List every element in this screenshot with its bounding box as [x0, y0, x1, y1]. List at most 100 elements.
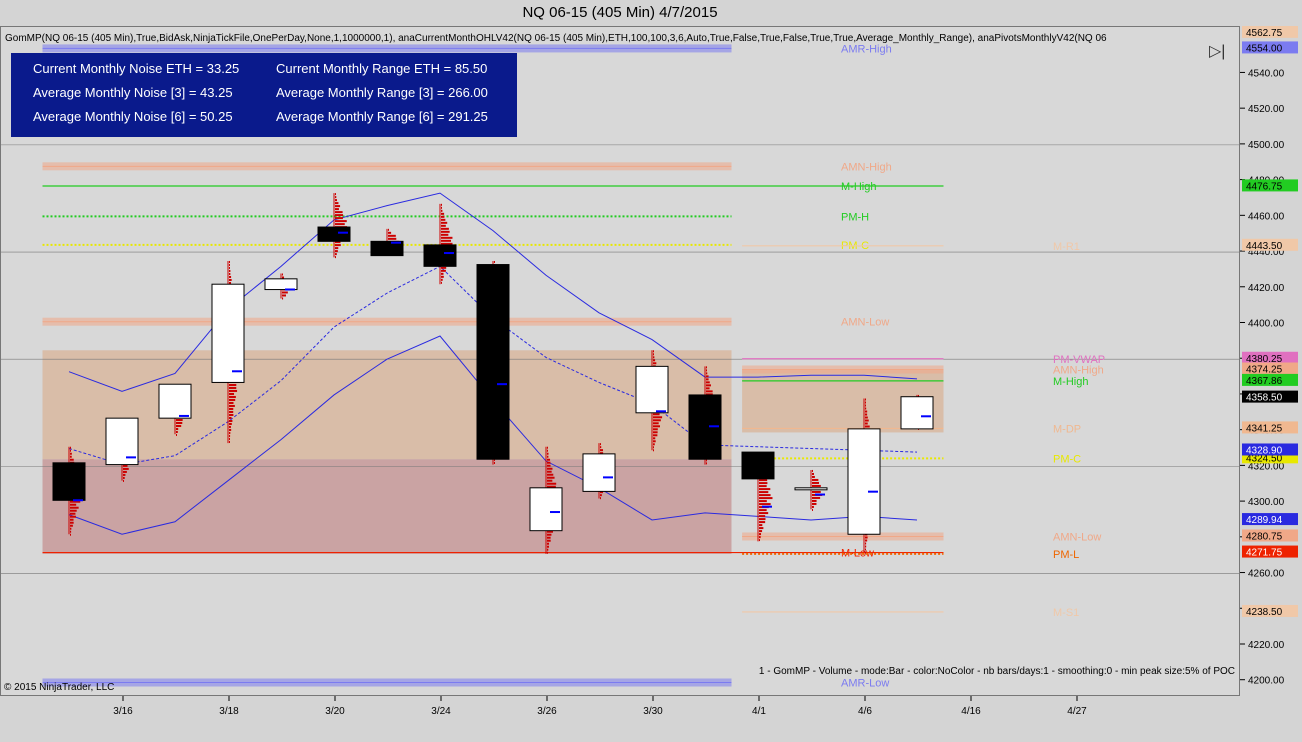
volume-profile-bar: [229, 281, 232, 284]
volume-profile-bar: [865, 398, 866, 401]
volume-profile-bar: [653, 362, 657, 365]
price-tag-label: 4374.25: [1246, 364, 1283, 375]
level-label: AMR-High: [841, 43, 892, 55]
volume-profile-bar: [335, 205, 341, 208]
level-label: M-High: [841, 181, 876, 193]
candle-up: [847, 428, 881, 535]
volume-profile-bar: [706, 366, 707, 369]
volume-profile-bar: [653, 422, 659, 425]
volume-profile-bar: [335, 217, 343, 220]
volume-profile-bar: [335, 214, 344, 217]
volume-profile-bar: [759, 488, 771, 491]
candle-up: [900, 396, 934, 430]
volume-profile-bar: [229, 425, 231, 428]
volume-profile-bar: [388, 228, 389, 231]
volume-profile-bar: [759, 530, 763, 533]
volume-profile-bar: [229, 263, 230, 266]
price-tag-label: 4443.50: [1246, 241, 1283, 252]
volume-profile-bar: [865, 416, 868, 419]
time-tick-label: 4/27: [1067, 706, 1087, 717]
price-tick-label: 4400.00: [1248, 318, 1285, 329]
volume-profile-bar: [388, 234, 396, 237]
volume-profile-bar: [547, 446, 548, 449]
volume-profile-bar: [865, 536, 868, 539]
volume-profile-bar: [70, 521, 74, 524]
price-tick-label: 4520.00: [1248, 104, 1285, 115]
volume-profile-bar: [70, 509, 77, 512]
copyright-text: © 2015 NinjaTrader, LLC: [4, 682, 115, 693]
price-axis[interactable]: 4200.004220.004240.004260.004280.004300.…: [1240, 26, 1302, 696]
volume-profile-bar: [229, 278, 232, 281]
poc-marker: [921, 415, 931, 418]
volume-profile-bar: [759, 518, 766, 521]
price-tick-label: 4460.00: [1248, 211, 1285, 222]
volume-profile-bar: [547, 455, 549, 458]
volume-profile-bar: [812, 499, 817, 502]
price-tag-label: 4238.50: [1246, 607, 1283, 618]
candle-up: [158, 383, 192, 419]
volume-profile-bar: [441, 221, 448, 224]
volume-profile-bar: [335, 199, 337, 202]
level-label: AMN-High: [841, 161, 892, 173]
candle-down: [52, 462, 86, 501]
volume-profile-bar: [229, 440, 230, 443]
volume-profile-bar: [229, 398, 236, 401]
time-tick-label: 4/1: [752, 706, 766, 717]
volume-profile-bar: [547, 479, 553, 482]
volume-profile-bar: [229, 386, 237, 389]
volume-profile-bar: [600, 497, 601, 500]
volume-profile-bar: [441, 227, 449, 230]
volume-profile-bar: [441, 215, 445, 218]
poc-marker: [73, 499, 83, 502]
volume-profile-bar: [653, 434, 658, 437]
volume-profile-bar: [812, 508, 813, 511]
volume-profile-bar: [176, 425, 182, 428]
volume-profile-bar: [706, 387, 710, 390]
volume-profile-bar: [865, 545, 867, 548]
price-tag-label: 4280.75: [1246, 531, 1283, 542]
volume-profile-bar: [653, 437, 656, 440]
volume-profile-bar: [335, 247, 339, 250]
volume-profile-bar: [653, 350, 654, 353]
volume-profile-bar: [229, 269, 231, 272]
poc-marker: [338, 231, 348, 234]
zone-upper: [42, 350, 732, 460]
volume-profile-bar: [282, 291, 288, 294]
poc-marker: [550, 511, 560, 514]
volume-profile-bar: [759, 503, 771, 506]
volume-profile-bar: [70, 518, 74, 521]
volume-profile-bar: [812, 469, 813, 472]
volume-profile-bar: [335, 220, 347, 223]
volume-profile-bar: [547, 467, 553, 470]
volume-profile-bar: [759, 479, 768, 482]
volume-profile-bar: [600, 449, 604, 452]
price-panel[interactable]: AMR-High AMN-High M-High PM-H PM-C M-R1 AMN-Lo…: [0, 26, 1240, 696]
volume-profile-bar: [70, 512, 76, 515]
volume-profile-bar: [70, 527, 72, 530]
skip-forward-icon[interactable]: ▷|: [1209, 41, 1225, 61]
volume-profile-bar: [706, 369, 707, 372]
volume-profile-bar: [759, 497, 773, 500]
time-tick-label: 3/20: [325, 706, 345, 717]
volume-profile-bar: [70, 452, 72, 455]
level-label: M-High: [1053, 376, 1088, 388]
level-label: PM-H: [841, 211, 869, 223]
volume-profile-bar: [653, 446, 654, 449]
volume-profile-bar: [759, 524, 763, 527]
candle-up: [529, 487, 563, 532]
volume-profile-bar: [759, 491, 769, 494]
price-tag-label: 4554.00: [1246, 43, 1283, 54]
volume-profile-bar: [123, 479, 124, 482]
candle-up: [582, 453, 616, 492]
volume-profile-bar: [547, 548, 549, 551]
volume-profile-bar: [706, 381, 710, 384]
volume-profile-bar: [335, 256, 336, 259]
volume-profile-bar: [229, 416, 232, 419]
gommp-legend: 1 - GomMP - Volume - mode:Bar - color:No…: [758, 666, 1235, 677]
volume-profile-bar: [812, 478, 819, 481]
candle-up: [264, 278, 298, 291]
volume-profile-bar: [759, 515, 766, 518]
time-axis[interactable]: 3/16 3/18 3/20 3/24 3/26 3/30 4/1 4/6 4/16 4/27: [0, 696, 1240, 742]
volume-profile-bar: [653, 359, 656, 362]
chart-title: NQ 06-15 (405 Min) 4/7/2015: [522, 4, 718, 21]
